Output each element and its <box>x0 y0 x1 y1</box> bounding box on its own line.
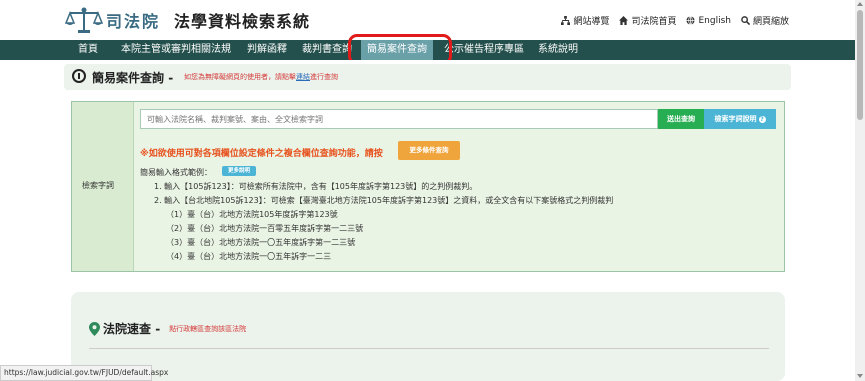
header-link-english[interactable]: English <box>686 14 731 27</box>
site-logo[interactable]: 司法院 法學資料檢索系統 <box>64 6 310 34</box>
page-title: 簡易案件查詢 - <box>92 69 173 86</box>
header-links: 網站導覽 司法院首頁 English 網頁縮放 <box>561 14 789 27</box>
search-panel: 檢索字詞 送出查詢 檢索字詞說明? ※如欲使用可對各項欄位設定條件之複合欄位查詢… <box>71 101 785 272</box>
header-link-label: English <box>698 15 731 26</box>
accessibility-hint: 如您為無障礙網頁的使用者，請點擊連結進行查詢 <box>184 72 338 82</box>
search-label-cell: 檢索字詞 <box>72 102 134 271</box>
examples-label: 簡易輸入格式範例： <box>140 168 212 177</box>
page-title-text: 簡易案件查詢 <box>92 71 165 85</box>
map-pin-icon <box>89 321 100 336</box>
page-title-bar: 簡易案件查詢 - 如您為無障礙網頁的使用者，請點擊連結進行查詢 <box>64 64 791 90</box>
nav-item-public-notice[interactable]: 公示催告程序專區 <box>444 40 524 60</box>
scroll-thumb[interactable] <box>857 10 863 120</box>
court-lookup-subtitle: 點行政轄區查詢該區法院 <box>169 324 247 333</box>
scroll-up-arrow-icon[interactable] <box>857 2 863 6</box>
search-help-label: 檢索字詞說明 <box>714 115 757 123</box>
accessibility-link[interactable]: 連結 <box>296 73 310 81</box>
question-icon: ? <box>758 116 766 123</box>
title-separator: - <box>168 71 174 85</box>
example-line: 2. 輸入【台北地院105訴123】：可檢索【臺灣臺北地方法院105年度訴字第1… <box>154 196 614 205</box>
court-lookup-title: 法院速查 - 點行政轄區查詢該區法院 <box>89 320 246 337</box>
example-line: （3）臺（台）北地方法院一〇五年度訴字第一二三號 <box>166 238 356 247</box>
divider <box>89 348 769 349</box>
court-lookup-separator: - <box>155 322 161 336</box>
search-help-button[interactable]: 檢索字詞說明? <box>704 109 776 129</box>
nav-item-regulations[interactable]: 本院主管或審判相關法規 <box>121 40 231 60</box>
zoom-icon <box>741 16 750 25</box>
header-link-label: 網站導覽 <box>573 17 610 27</box>
nav-item-interpretations[interactable]: 判解函釋 <box>247 40 287 60</box>
hint-prefix: 如您為無障礙網頁的使用者，請點擊 <box>184 73 296 81</box>
globe-icon <box>686 16 696 25</box>
scroll-down-arrow-icon[interactable] <box>857 374 863 378</box>
nav-item-system-guide[interactable]: 系統說明 <box>538 40 578 60</box>
nav-item-judgments[interactable]: 裁判書查詢 <box>302 40 352 60</box>
scales-emblem-icon <box>64 7 104 33</box>
more-description-button[interactable]: 更多說明 <box>222 166 256 176</box>
example-line: （4）臺（台）北地方法院一〇五年訴字一二三 <box>166 252 332 261</box>
court-name: 司法院 <box>106 12 161 31</box>
sitemap-icon <box>561 16 571 25</box>
page-scrollbar[interactable] <box>855 0 865 381</box>
header-link-label: 司法院首頁 <box>631 17 677 27</box>
court-lookup-title-text: 法院速查 <box>103 322 152 336</box>
header-link-label: 網頁縮放 <box>752 17 789 27</box>
browser-status-url: https://law.judicial.gov.tw/FJUD/default… <box>0 365 168 381</box>
nav-item-home[interactable]: 首頁 <box>78 40 98 60</box>
header-link-sitemap[interactable]: 網站導覽 <box>561 14 609 27</box>
hint-suffix: 進行查詢 <box>310 73 338 81</box>
header-link-zoom[interactable]: 網頁縮放 <box>741 14 789 27</box>
example-line: （2）臺（台）北地方法院一百零五年度訴字第一二三號 <box>166 224 364 233</box>
home-icon <box>619 16 629 25</box>
court-lookup-section: 法院速查 - 點行政轄區查詢該區法院 <box>71 292 785 381</box>
example-line: （1）臺（台）北地方法院105年度訴字第123號 <box>166 210 338 219</box>
example-line: 1. 輸入【105訴123】：可檢索所有法院中，含有【105年度訴字第123號】… <box>154 182 478 191</box>
more-conditions-button[interactable]: 更多條件查詢 <box>398 141 460 160</box>
system-name: 法學資料檢索系統 <box>174 12 311 31</box>
court-lookup-heading: 法院速查 - <box>103 320 160 337</box>
header-link-home[interactable]: 司法院首頁 <box>619 14 676 27</box>
advanced-search-note: ※如欲使用可對各項欄位設定條件之複合欄位查詢功能，請按 <box>140 149 383 159</box>
search-label: 檢索字詞 <box>82 181 114 190</box>
submit-search-button[interactable]: 送出查詢 <box>658 109 704 129</box>
search-input[interactable] <box>140 109 658 129</box>
info-icon <box>72 69 86 83</box>
